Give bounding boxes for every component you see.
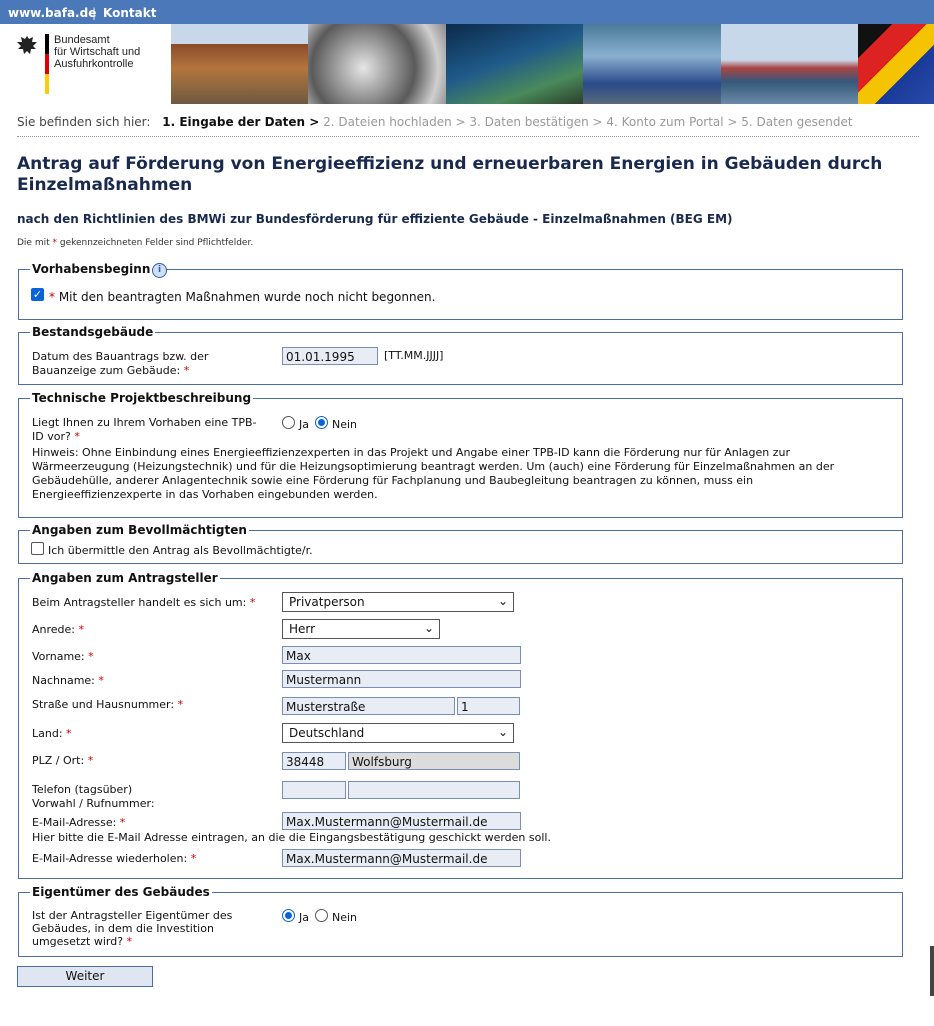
eigentuemer-question-label: Ist der Antragsteller Eigentümer des Gebä… xyxy=(32,909,233,948)
land-select[interactable]: Deutschland ⌄ xyxy=(282,723,514,743)
breadcrumb: Sie befinden sich hier: 1. Eingabe der D… xyxy=(17,115,853,129)
banner-solar-houses xyxy=(171,24,309,104)
email-repeat-label: E-Mail-Adresse wiederholen: * xyxy=(32,852,197,865)
banner-container-ship xyxy=(720,24,859,104)
legend-bestandsgebaeude: Bestandsgebäude xyxy=(32,325,154,339)
plz-input[interactable]: 38448 xyxy=(282,752,346,770)
legend-vorhabensbeginn: Vorhabensbeginn xyxy=(32,262,151,276)
land-label: Land: * xyxy=(32,727,72,740)
breadcrumb-current-step: 1. Eingabe der Daten > xyxy=(162,115,320,129)
tpb-radio-ja-label: Ja xyxy=(299,418,309,431)
eigentuemer-radio-nein-label: Nein xyxy=(332,911,358,924)
strasse-input[interactable]: Musterstraße xyxy=(282,697,455,715)
tpb-radio-ja[interactable] xyxy=(282,416,295,429)
eigentuemer-radio-nein[interactable] xyxy=(315,909,328,922)
legend-antragsteller: Angaben zum Antragsteller xyxy=(32,571,218,585)
vorname-input[interactable]: Max xyxy=(282,646,521,664)
rufnummer-input[interactable] xyxy=(348,781,520,799)
anrede-label: Anrede: * xyxy=(32,623,85,636)
bafa-logo[interactable]: Bundesamt für Wirtschaft und Ausfuhrkont… xyxy=(16,34,166,94)
legend-technische-projektbeschreibung: Technische Projektbeschreibung xyxy=(32,391,252,405)
telefon-label: Telefon (tagsüber) Vorwahl / Rufnummer: xyxy=(32,783,155,810)
weiter-button[interactable]: Weiter xyxy=(17,966,153,987)
page-title: Antrag auf Förderung von Energieeffizien… xyxy=(17,154,883,195)
vorhaben-checkbox-label: * Mit den beantragten Maßnahmen wurde no… xyxy=(49,290,436,304)
tpb-hint-text: Hinweis: Ohne Einbindung eines Energieef… xyxy=(32,446,835,501)
ort-input[interactable]: Wolfsburg xyxy=(348,752,520,770)
chevron-down-icon: ⌄ xyxy=(497,725,508,739)
header-banner xyxy=(171,24,934,104)
tpb-radio-nein-label: Nein xyxy=(332,418,358,431)
breadcrumb-next-steps: 2. Dateien hochladen > 3. Daten bestätig… xyxy=(323,115,853,129)
banner-satellite xyxy=(445,24,584,104)
breadcrumb-divider xyxy=(17,136,919,137)
vorhaben-checkbox[interactable]: ✓ xyxy=(31,288,44,301)
required-fields-note: Die mit * gekennzeichneten Felder sind P… xyxy=(17,238,254,248)
site-link[interactable]: www.bafa.de xyxy=(8,6,96,20)
plz-ort-label: PLZ / Ort: * xyxy=(32,754,94,767)
bevollmaechtigter-checkbox-label: Ich übermittle den Antrag als Bevollmäch… xyxy=(48,544,313,557)
topbar-separator: | xyxy=(92,6,97,20)
german-flag-bar xyxy=(45,34,49,94)
legend-eigentuemer: Eigentümer des Gebäudes xyxy=(32,885,210,899)
banner-flags xyxy=(858,24,934,104)
scrollbar-thumb[interactable] xyxy=(930,946,934,996)
antragsteller-typ-select[interactable]: Privatperson ⌄ xyxy=(282,592,514,612)
legend-bevollmaechtigter: Angaben zum Bevollmächtigten xyxy=(32,523,247,537)
chevron-down-icon: ⌄ xyxy=(497,594,508,608)
bevollmaechtigter-checkbox[interactable] xyxy=(31,542,44,555)
header: Bundesamt für Wirtschaft und Ausfuhrkont… xyxy=(0,24,934,104)
email-input[interactable]: Max.Mustermann@Mustermail.de xyxy=(282,812,521,830)
email-repeat-input[interactable]: Max.Mustermann@Mustermail.de xyxy=(282,849,521,867)
info-icon[interactable]: i xyxy=(152,263,167,278)
breadcrumb-prefix: Sie befinden sich hier: xyxy=(17,115,151,129)
strasse-label: Straße und Hausnummer: * xyxy=(32,698,184,711)
chevron-down-icon: ⌄ xyxy=(423,621,434,635)
eagle-icon xyxy=(17,36,37,54)
vorname-label: Vorname: * xyxy=(32,650,94,663)
antragsteller-typ-label: Beim Antragsteller handelt es sich um: * xyxy=(32,596,256,609)
bauantrag-date-label: Datum des Bauantrags bzw. der Bauanzeige … xyxy=(32,350,209,377)
banner-exhibition xyxy=(583,24,721,104)
tpb-radio-nein[interactable] xyxy=(315,416,328,429)
tpb-question-label: Liegt Ihnen zu Ihrem Vorhaben eine TPB- I… xyxy=(32,416,257,443)
date-format-hint: [TT.MM.JJJJ] xyxy=(384,349,444,362)
eigentuemer-radio-ja[interactable] xyxy=(282,909,295,922)
bauantrag-date-input[interactable]: 01.01.1995 xyxy=(282,347,378,365)
hausnummer-input[interactable]: 1 xyxy=(457,697,520,715)
banner-steel-coils xyxy=(308,24,446,104)
contact-link[interactable]: Kontakt xyxy=(103,6,156,20)
email-hint: Hier bitte die E-Mail Adresse eintragen,… xyxy=(32,831,551,844)
page-subtitle: nach den Richtlinien des BMWi zur Bundes… xyxy=(17,212,733,226)
top-bar: www.bafa.de | Kontakt xyxy=(0,0,934,24)
vorwahl-input[interactable] xyxy=(282,781,346,799)
anrede-select[interactable]: Herr ⌄ xyxy=(282,619,440,639)
logo-text: Bundesamt für Wirtschaft und Ausfuhrkont… xyxy=(54,34,141,70)
eigentuemer-radio-ja-label: Ja xyxy=(299,911,309,924)
nachname-label: Nachname: * xyxy=(32,674,104,687)
email-label: E-Mail-Adresse: * xyxy=(32,816,126,829)
nachname-input[interactable]: Mustermann xyxy=(282,670,521,688)
